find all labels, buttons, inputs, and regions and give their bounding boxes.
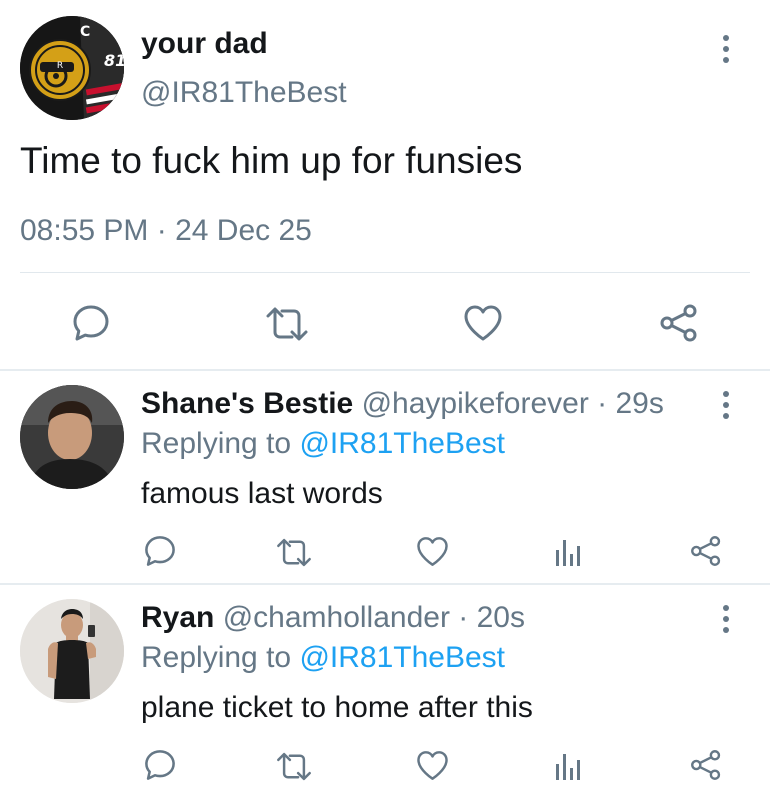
retweet-icon (277, 752, 311, 780)
retweet-button[interactable] (262, 302, 312, 346)
retweet-icon (277, 538, 311, 566)
reply-tweet: Ryan @chamhollander · 20s Replying to @I… (0, 585, 770, 797)
replying-to-label: Replying to (141, 641, 292, 674)
person-avatar-icon (20, 385, 124, 489)
reply-author-avatar[interactable] (20, 599, 124, 703)
main-author-handle[interactable]: @IR81TheBest (141, 76, 347, 110)
reply-header: Ryan @chamhollander · 20s (141, 601, 525, 635)
like-button[interactable] (412, 745, 452, 785)
like-icon (416, 536, 448, 566)
reply-button[interactable] (140, 745, 180, 785)
share-button[interactable] (686, 745, 726, 785)
reply-button[interactable] (140, 531, 180, 571)
replying-to: Replying to @IR81TheBest (141, 427, 505, 461)
reply-text: plane ticket to home after this (141, 691, 533, 724)
like-icon (416, 750, 448, 780)
svg-text:81: 81 (104, 51, 124, 70)
like-icon (464, 305, 502, 341)
more-icon[interactable] (714, 29, 738, 69)
share-icon (691, 750, 721, 780)
reply-button[interactable] (68, 300, 114, 346)
main-author-name[interactable]: your dad (141, 27, 268, 61)
analytics-button[interactable] (550, 747, 584, 785)
reply-time[interactable]: · 20s (458, 601, 525, 634)
share-icon (691, 536, 721, 566)
share-button[interactable] (686, 531, 726, 571)
like-button[interactable] (460, 300, 506, 346)
reply-text: famous last words (141, 477, 383, 510)
main-tweet-text: Time to fuck him up for funsies (20, 140, 523, 181)
more-icon[interactable] (714, 599, 738, 639)
retweet-icon (266, 307, 308, 341)
retweet-button[interactable] (272, 747, 316, 785)
reply-author-avatar[interactable] (20, 385, 124, 489)
analytics-button[interactable] (550, 533, 584, 571)
reply-author-handle[interactable]: @chamhollander (223, 601, 450, 634)
replying-to-handle[interactable]: @IR81TheBest (299, 427, 505, 460)
replying-to: Replying to @IR81TheBest (141, 641, 505, 675)
analytics-icon (556, 540, 580, 566)
share-button[interactable] (656, 300, 702, 346)
share-icon (660, 304, 697, 342)
reply-author-name[interactable]: Shane's Bestie (141, 387, 353, 420)
reply-header: Shane's Bestie @haypikeforever · 29s (141, 387, 664, 421)
reply-icon (73, 305, 109, 341)
cannon-logo-icon: R 81 C (20, 16, 124, 120)
reply-icon (145, 536, 175, 566)
replying-to-label: Replying to (141, 427, 292, 460)
retweet-button[interactable] (272, 533, 316, 571)
svg-text:R: R (57, 61, 63, 71)
svg-text:C: C (80, 24, 90, 40)
more-icon[interactable] (714, 385, 738, 425)
main-tweet: R 81 C your dad @IR81TheBest Time to fuc… (0, 0, 770, 370)
replying-to-handle[interactable]: @IR81TheBest (299, 641, 505, 674)
analytics-icon (556, 754, 580, 780)
reply-author-name[interactable]: Ryan (141, 601, 214, 634)
reply-tweet: Shane's Bestie @haypikeforever · 29s Rep… (0, 371, 770, 583)
main-author-avatar[interactable]: R 81 C (20, 16, 124, 120)
reply-author-handle[interactable]: @haypikeforever (362, 387, 589, 420)
reply-icon (145, 750, 175, 780)
like-button[interactable] (412, 531, 452, 571)
reply-time[interactable]: · 29s (597, 387, 664, 420)
person-avatar-icon (20, 599, 124, 703)
main-tweet-divider (20, 272, 750, 273)
main-tweet-timestamp[interactable]: 08:55 PM · 24 Dec 25 (20, 214, 312, 248)
